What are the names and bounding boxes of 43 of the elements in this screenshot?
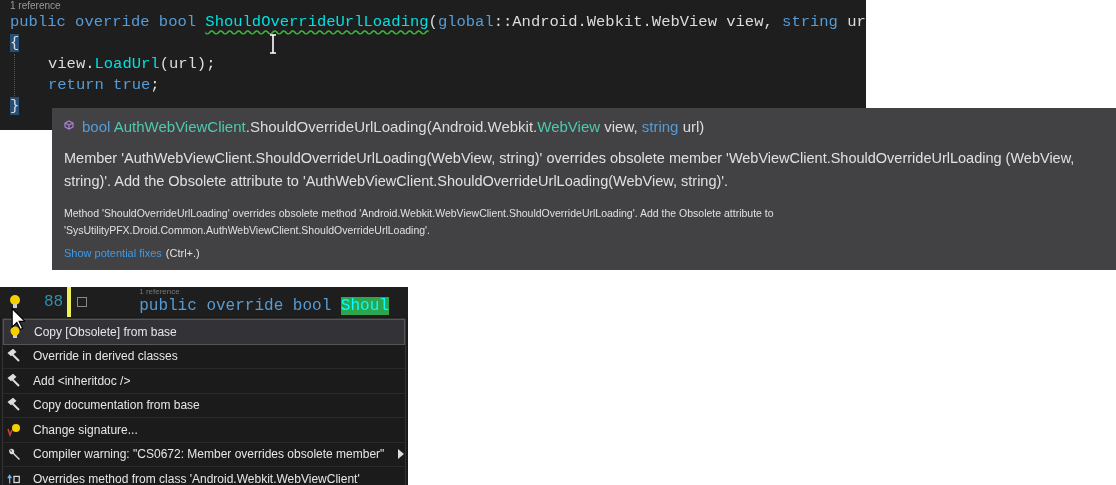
warning-message: Member 'AuthWebViewClient.ShouldOverrideUrlLoading(WebView, string)' overrides obsolete member 'WebViewClient.ShouldOverrideUrlLoading (WebView, string)'. Add the Obsolete attribute to 'AuthWebViewClient.ShouldOverrideUrlLoading(WebView, string)'. [64, 149, 1076, 191]
menu-item[interactable]: Override in derived classes [3, 344, 405, 369]
code-token: LoadUrl [94, 55, 160, 73]
hammer-icon [7, 349, 21, 364]
lightbulb-icon[interactable] [9, 294, 21, 310]
code-token: public override bool [139, 297, 333, 315]
code-token: return true [48, 76, 151, 94]
menu-item[interactable]: Copy [Obsolete] from base [3, 319, 405, 345]
lightbulb-icon [8, 324, 22, 339]
change-marker [67, 287, 72, 317]
code-token: ::Android.Webkit.WebView view, [493, 13, 774, 31]
collapse-icon[interactable] [77, 297, 88, 307]
hammer-icon [7, 373, 21, 388]
line-number: 88 [44, 293, 64, 311]
reference-count: 1 reference [139, 288, 181, 296]
warning-detail: Method 'ShouldOverrideUrlLoading' overrides obsolete method 'Android.Webkit.WebViewClient.ShouldOverrideUrlLoading'. Add the Obsolete attribute to 'SysUtilityPFX.Droid.Common.AuthWebViewClient.ShouldOverrideUrlLoading'. [64, 206, 775, 238]
code-token: { [10, 34, 20, 52]
menu-item[interactable]: Copy documentation from base [3, 393, 405, 418]
code-token: string [782, 13, 838, 31]
cube-icon [64, 120, 74, 130]
menu-item[interactable]: Overrides method from class 'Android.Webkit.WebViewClient' [3, 467, 405, 485]
menu-item[interactable]: Compiler warning: "CS0672: Member overrides obsolete member" [3, 442, 405, 467]
code-token: global [437, 13, 494, 31]
code-token: ur [846, 13, 866, 31]
wrench-icon [7, 447, 21, 462]
method-signature: bool AuthWebViewClient.ShouldOverrideUrlLoading(Android.Webkit.WebView view, string url) [82, 118, 705, 135]
code-token: view. [48, 55, 95, 73]
code-token: } [10, 97, 20, 115]
hammer-icon [7, 398, 21, 413]
code-token: (url); [159, 55, 216, 73]
menu-item[interactable]: Change signature... [3, 418, 405, 443]
text-cursor-icon [268, 34, 278, 54]
code-token: ( [428, 13, 438, 31]
reference-count: 1 reference [10, 0, 62, 12]
code-token: ; [150, 76, 160, 94]
shortcut-hint: (Ctrl+.) [165, 247, 200, 259]
code-token: Shoul [340, 297, 389, 315]
mouse-pointer-icon [11, 307, 25, 331]
override-icon [7, 471, 21, 485]
signature-icon [7, 422, 21, 437]
code-token: public override bool [10, 13, 198, 31]
menu-item[interactable]: Add <inheritdoc /> [3, 369, 405, 394]
code-token: ShouldOverrideUrlLoading [205, 13, 429, 31]
